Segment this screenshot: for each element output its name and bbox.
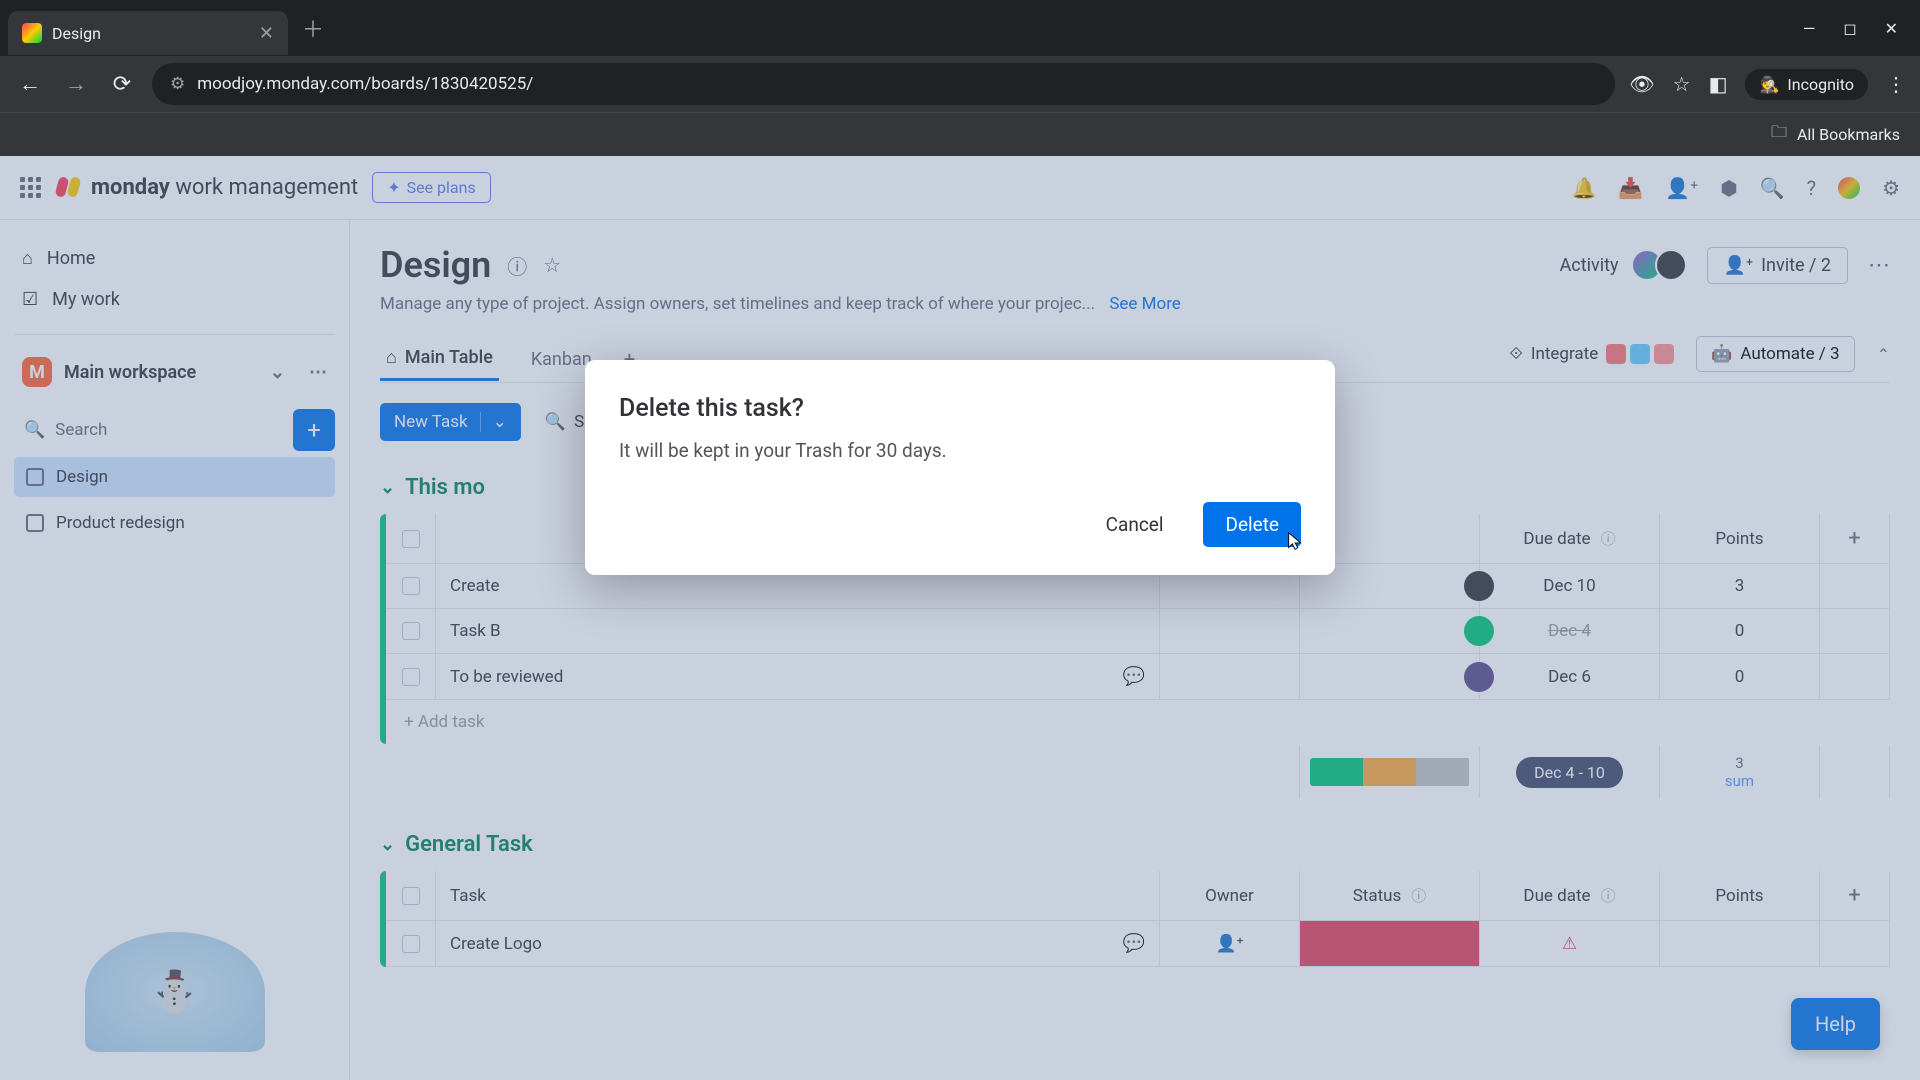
- modal-title: Delete this task?: [619, 394, 1301, 423]
- delete-button[interactable]: Delete: [1203, 502, 1301, 547]
- delete-task-modal: Delete this task? It will be kept in you…: [585, 360, 1335, 575]
- modal-backdrop[interactable]: Delete this task? It will be kept in you…: [0, 0, 1920, 1080]
- delete-label: Delete: [1225, 513, 1279, 536]
- modal-body: It will be kept in your Trash for 30 day…: [619, 439, 1301, 462]
- cursor-icon: [1285, 531, 1307, 553]
- modal-actions: Cancel Delete: [619, 502, 1301, 547]
- cancel-button[interactable]: Cancel: [1084, 502, 1186, 547]
